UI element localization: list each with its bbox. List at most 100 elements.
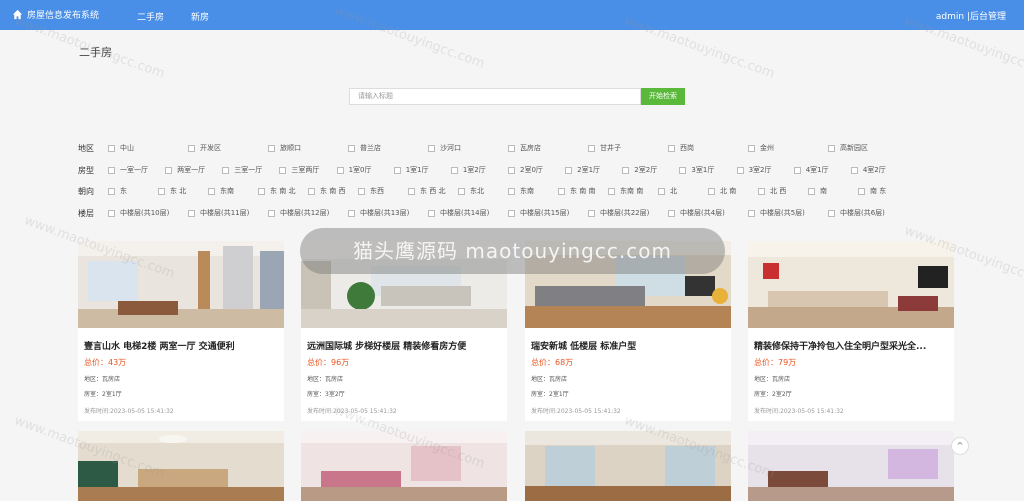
checkbox[interactable] — [108, 187, 115, 195]
checkbox[interactable] — [858, 187, 865, 195]
listing-card[interactable] — [301, 431, 507, 501]
filter-option[interactable]: 中楼层(共14层) — [428, 208, 489, 218]
checkbox[interactable] — [268, 209, 275, 217]
checkbox[interactable] — [358, 187, 365, 195]
filter-option[interactable]: 瓦房店 — [508, 143, 541, 153]
backend-link[interactable]: |后台管理 — [967, 12, 1006, 22]
checkbox[interactable] — [828, 209, 835, 217]
checkbox[interactable] — [668, 144, 675, 152]
nav-new-house[interactable]: 新房 — [191, 10, 209, 23]
listing-title[interactable]: 瑞安新城 低楼层 标准户型 — [531, 339, 726, 352]
checkbox[interactable] — [408, 187, 415, 195]
checkbox[interactable] — [308, 187, 315, 195]
filter-option[interactable]: 西岗 — [668, 143, 694, 153]
listing-title[interactable]: 壹言山水 电梯2楼 两室一厅 交通便利 — [84, 339, 279, 352]
filter-option[interactable]: 中楼层(共4层) — [668, 208, 725, 218]
checkbox[interactable] — [608, 187, 615, 195]
checkbox[interactable] — [658, 187, 665, 195]
nav-second-hand[interactable]: 二手房 — [137, 10, 164, 23]
filter-option[interactable]: 东 南 北 — [258, 186, 295, 196]
filter-option[interactable]: 北 南 — [708, 186, 736, 196]
checkbox[interactable] — [108, 144, 115, 152]
filter-option[interactable]: 东西 — [358, 186, 384, 196]
filter-option[interactable]: 3室2厅 — [736, 165, 771, 175]
filter-option[interactable]: 东南 南 — [608, 186, 643, 196]
checkbox[interactable] — [258, 187, 265, 195]
checkbox[interactable] — [108, 209, 115, 217]
filter-option[interactable]: 东 北 — [158, 186, 186, 196]
checkbox[interactable] — [808, 187, 815, 195]
checkbox[interactable] — [565, 166, 573, 174]
checkbox[interactable] — [708, 187, 715, 195]
checkbox[interactable] — [748, 209, 755, 217]
checkbox[interactable] — [158, 187, 165, 195]
filter-option[interactable]: 中楼层(共10层) — [108, 208, 169, 218]
checkbox[interactable] — [188, 144, 195, 152]
listing-card[interactable] — [748, 431, 954, 501]
filter-option[interactable]: 中楼层(共11层) — [188, 208, 249, 218]
checkbox[interactable] — [588, 209, 595, 217]
checkbox[interactable] — [758, 187, 765, 195]
checkbox[interactable] — [508, 144, 515, 152]
filter-option[interactable]: 甘井子 — [588, 143, 621, 153]
checkbox[interactable] — [348, 209, 355, 217]
checkbox[interactable] — [736, 166, 744, 174]
checkbox[interactable] — [850, 166, 858, 174]
checkbox[interactable] — [428, 209, 435, 217]
filter-option[interactable]: 东南 — [208, 186, 234, 196]
checkbox[interactable] — [588, 144, 595, 152]
filter-option[interactable]: 中楼层(共12层) — [268, 208, 329, 218]
checkbox[interactable] — [508, 209, 515, 217]
listing-card[interactable] — [525, 431, 731, 501]
checkbox[interactable] — [108, 166, 115, 174]
filter-option[interactable]: 2室1厅 — [565, 165, 600, 175]
checkbox[interactable] — [450, 166, 458, 174]
back-to-top-button[interactable]: ^ — [951, 437, 969, 455]
filter-option[interactable]: 三室一厅 — [222, 165, 262, 175]
filter-option[interactable]: 东 南 西 — [308, 186, 345, 196]
listing-card[interactable]: 壹言山水 电梯2楼 两室一厅 交通便利 总价：43万 地区：瓦房店 房室：2室1… — [78, 241, 284, 421]
filter-option[interactable]: 旅顺口 — [268, 143, 301, 153]
checkbox[interactable] — [828, 144, 835, 152]
filter-option[interactable]: 中楼层(共15层) — [508, 208, 569, 218]
filter-option[interactable]: 东北 — [458, 186, 484, 196]
filter-option[interactable]: 南 — [808, 186, 827, 196]
filter-option[interactable]: 开发区 — [188, 143, 221, 153]
checkbox[interactable] — [279, 166, 287, 174]
filter-option[interactable]: 1室1厅 — [393, 165, 429, 175]
filter-option[interactable]: 北 — [658, 186, 677, 196]
filter-option[interactable]: 2室2厅 — [622, 165, 657, 175]
filter-option[interactable]: 两室一厅 — [165, 165, 205, 175]
listing-title[interactable]: 远洲国际城 步梯好楼层 精装修看房方便 — [307, 339, 502, 352]
filter-option[interactable]: 中山 — [108, 143, 134, 153]
checkbox[interactable] — [268, 144, 275, 152]
checkbox[interactable] — [348, 144, 355, 152]
listing-card[interactable]: 精装修保持干净拎包入住全明户型采光全... 总价：79万 地区：瓦房店 房室：2… — [748, 241, 954, 421]
filter-option[interactable]: 金州 — [748, 143, 774, 153]
filter-option[interactable]: 中楼层(共13层) — [348, 208, 409, 218]
filter-option[interactable]: 北 西 — [758, 186, 786, 196]
filter-option[interactable]: 4室1厅 — [793, 165, 829, 175]
checkbox[interactable] — [428, 144, 435, 152]
checkbox[interactable] — [222, 166, 230, 174]
filter-option[interactable]: 普兰店 — [348, 143, 381, 153]
filter-option[interactable]: 中楼层(共6层) — [828, 208, 885, 218]
checkbox[interactable] — [793, 166, 801, 174]
brand[interactable]: 房屋信息发布系统 — [12, 8, 99, 21]
checkbox[interactable] — [668, 209, 675, 217]
filter-option[interactable]: 沙河口 — [428, 143, 461, 153]
filter-option[interactable]: 4室2厅 — [850, 165, 886, 175]
filter-option[interactable]: 东南 — [508, 186, 534, 196]
search-button[interactable]: 开始检索 — [641, 88, 685, 105]
filter-option[interactable]: 中楼层(共5层) — [748, 208, 805, 218]
listing-title[interactable]: 精装修保持干净拎包入住全明户型采光全... — [754, 339, 949, 352]
checkbox[interactable] — [208, 187, 215, 195]
checkbox[interactable] — [622, 166, 630, 174]
filter-option[interactable]: 东 南 南 — [558, 186, 595, 196]
filter-option[interactable]: 东 西 北 — [408, 186, 445, 196]
checkbox[interactable] — [188, 209, 195, 217]
search-input[interactable]: 请输入标题 — [349, 88, 641, 105]
checkbox[interactable] — [558, 187, 565, 195]
checkbox[interactable] — [508, 166, 515, 174]
checkbox[interactable] — [336, 166, 344, 174]
